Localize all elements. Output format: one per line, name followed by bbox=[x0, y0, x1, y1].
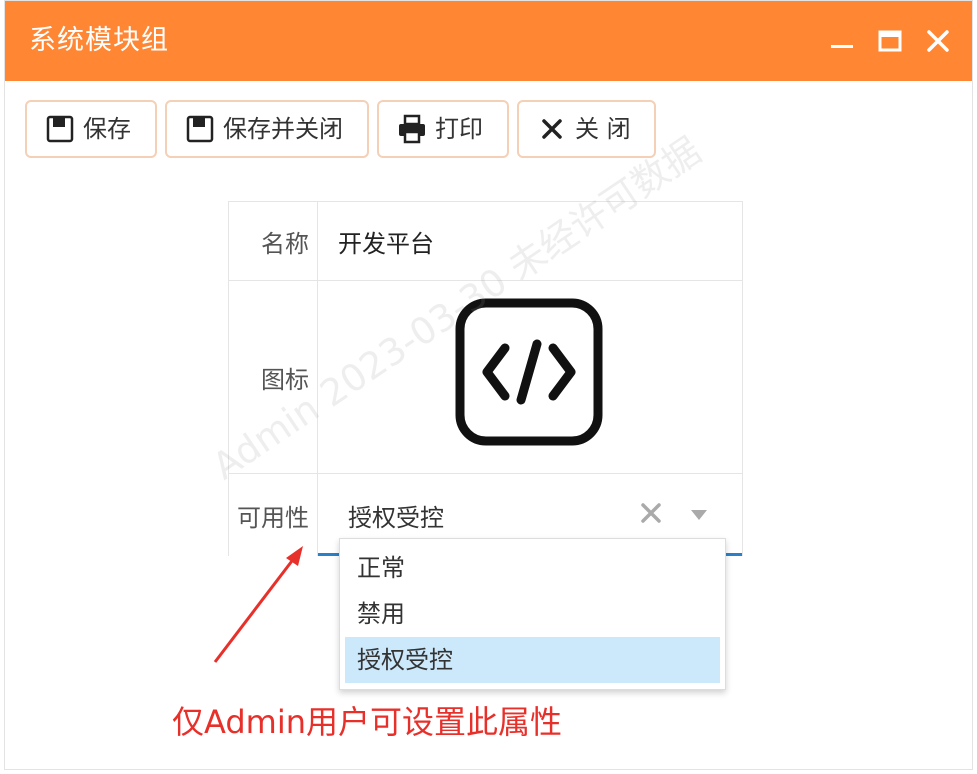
window-title: 系统模块组 bbox=[29, 25, 169, 56]
save-button-label: 保存 bbox=[83, 115, 131, 143]
chevron-down-icon[interactable] bbox=[690, 507, 708, 521]
title-bar: 系统模块组 bbox=[5, 1, 972, 81]
maximize-icon bbox=[878, 30, 902, 52]
annotation-note: 仅Admin用户可设置此属性 bbox=[172, 703, 562, 741]
maximize-button[interactable] bbox=[873, 23, 909, 59]
clear-selection-icon[interactable] bbox=[638, 500, 664, 526]
close-button-label: 关 闭 bbox=[575, 115, 631, 143]
icon-label: 图标 bbox=[229, 281, 318, 473]
availability-selected-value: 授权受控 bbox=[348, 504, 444, 532]
floppy-disk-icon bbox=[185, 114, 215, 144]
availability-label: 可用性 bbox=[229, 474, 318, 556]
printer-icon bbox=[397, 114, 427, 144]
close-icon bbox=[927, 30, 949, 52]
module-group-form: 名称 开发平台 图标 可用性 授权受控 bbox=[228, 201, 743, 556]
code-square-icon bbox=[455, 298, 603, 446]
save-button[interactable]: 保存 bbox=[25, 100, 157, 158]
option-normal[interactable]: 正常 bbox=[345, 545, 720, 591]
print-button-label: 打印 bbox=[435, 115, 483, 143]
name-label: 名称 bbox=[229, 202, 318, 280]
close-button[interactable]: 关 闭 bbox=[517, 100, 656, 158]
name-field[interactable]: 开发平台 bbox=[318, 202, 742, 280]
minimize-icon bbox=[831, 45, 853, 48]
availability-dropdown: 正常 禁用 授权受控 bbox=[339, 538, 726, 690]
option-disabled[interactable]: 禁用 bbox=[345, 591, 720, 637]
floppy-disk-icon bbox=[45, 114, 75, 144]
icon-field[interactable] bbox=[318, 281, 742, 473]
close-window-button[interactable] bbox=[920, 23, 956, 59]
icon-row: 图标 bbox=[229, 281, 742, 474]
close-icon bbox=[537, 114, 567, 144]
minimize-button[interactable] bbox=[825, 23, 861, 59]
print-button[interactable]: 打印 bbox=[377, 100, 509, 158]
option-authorized-controlled[interactable]: 授权受控 bbox=[345, 637, 720, 683]
save-and-close-label: 保存并关闭 bbox=[223, 115, 343, 143]
save-and-close-button[interactable]: 保存并关闭 bbox=[165, 100, 369, 158]
name-row: 名称 开发平台 bbox=[229, 202, 742, 281]
